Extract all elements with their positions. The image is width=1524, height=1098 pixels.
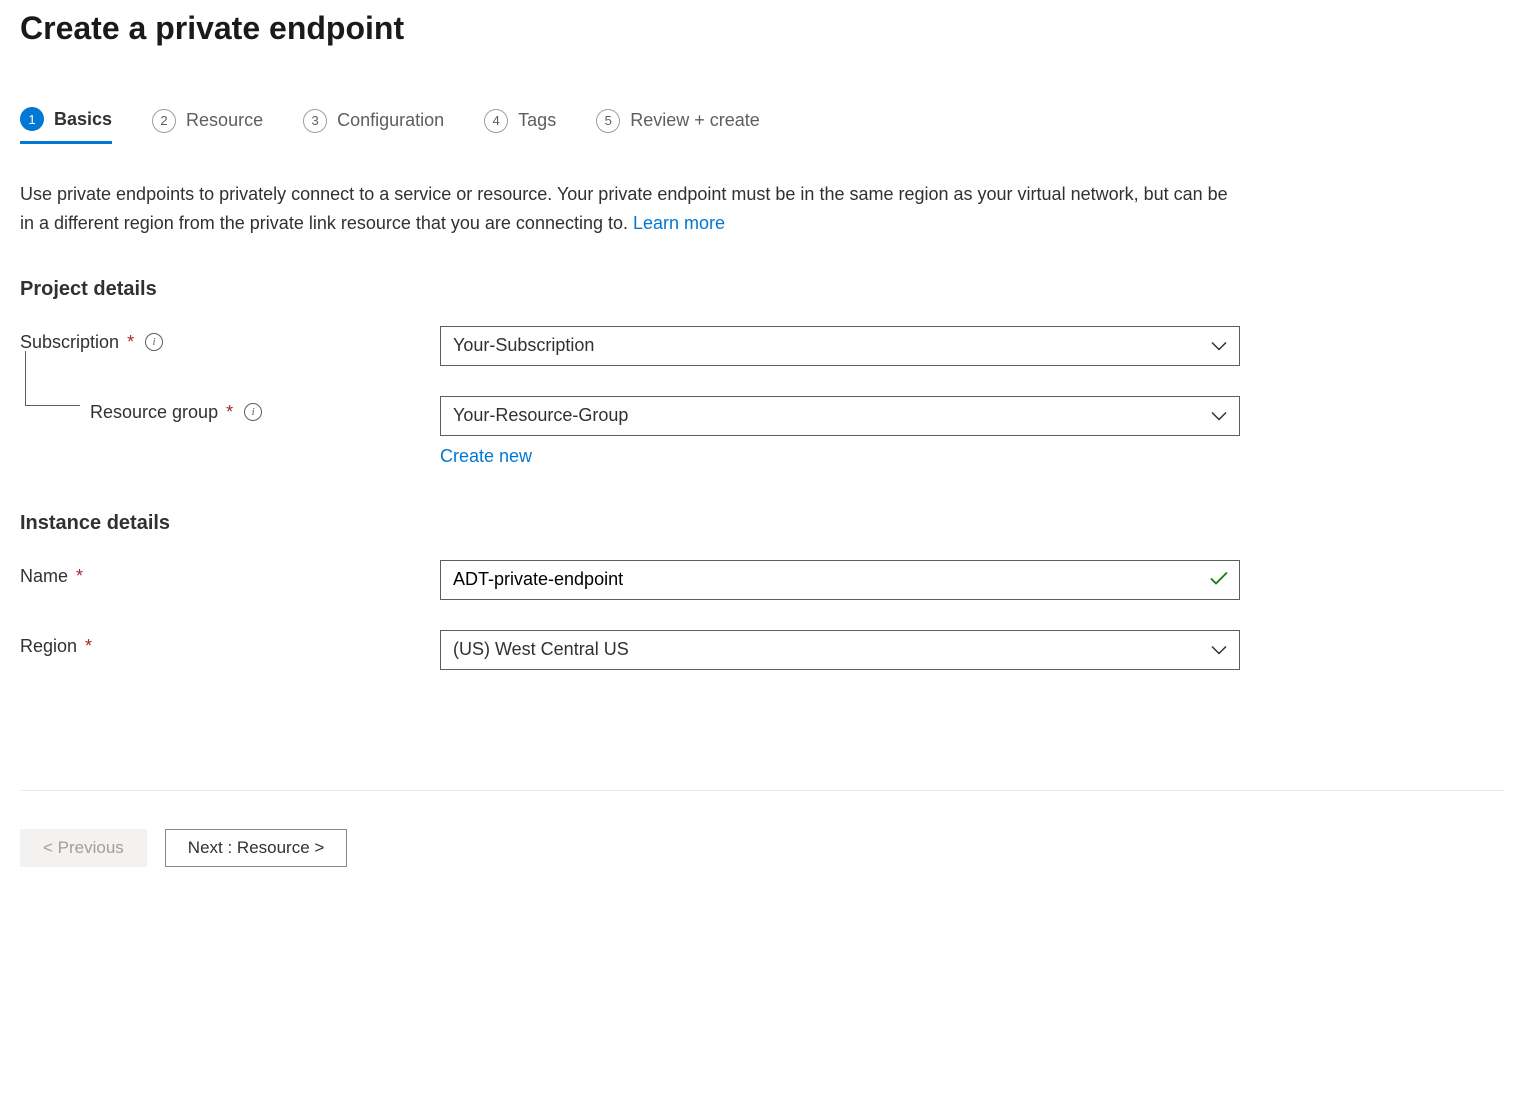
previous-button: < Previous [20,829,147,867]
required-indicator: * [76,566,83,587]
create-new-link[interactable]: Create new [440,446,532,467]
tab-label: Resource [186,110,263,131]
subscription-label: Subscription * i [20,326,440,353]
required-indicator: * [226,402,233,423]
subscription-dropdown[interactable]: Your-Subscription [440,326,1240,366]
region-label: Region * [20,630,440,657]
dropdown-value: Your-Resource-Group [453,405,628,426]
instance-details-header: Instance details [20,512,1504,535]
tab-basics[interactable]: 1 Basics [20,107,112,144]
description-text: Use private endpoints to privately conne… [20,180,1240,238]
info-icon[interactable]: i [244,403,262,421]
learn-more-link[interactable]: Learn more [633,213,725,233]
required-indicator: * [127,332,134,353]
dropdown-value: (US) West Central US [453,639,629,660]
info-icon[interactable]: i [145,333,163,351]
tab-tags[interactable]: 4 Tags [484,107,556,144]
tab-number: 3 [303,109,327,133]
tab-configuration[interactable]: 3 Configuration [303,107,444,144]
tab-number: 1 [20,107,44,131]
project-details-header: Project details [20,278,1504,301]
tab-number: 5 [596,109,620,133]
tab-label: Tags [518,110,556,131]
name-label: Name * [20,560,440,587]
chevron-down-icon [1211,405,1227,426]
chevron-down-icon [1211,639,1227,660]
tab-number: 4 [484,109,508,133]
dropdown-value: Your-Subscription [453,335,594,356]
next-button[interactable]: Next : Resource > [165,829,348,867]
region-dropdown[interactable]: (US) West Central US [440,630,1240,670]
tab-label: Review + create [630,110,760,131]
tab-number: 2 [152,109,176,133]
wizard-footer: < Previous Next : Resource > [20,790,1504,867]
resource-group-dropdown[interactable]: Your-Resource-Group [440,396,1240,436]
wizard-tabs: 1 Basics 2 Resource 3 Configuration 4 Ta… [20,107,1504,145]
required-indicator: * [85,636,92,657]
resource-group-label: Resource group * i [20,396,440,423]
name-input[interactable] [440,560,1240,600]
chevron-down-icon [1211,335,1227,356]
nest-connector-icon [25,351,80,406]
page-title: Create a private endpoint [20,10,1504,47]
tab-label: Configuration [337,110,444,131]
tab-review-create[interactable]: 5 Review + create [596,107,760,144]
tab-resource[interactable]: 2 Resource [152,107,263,144]
check-icon [1210,571,1228,588]
tab-label: Basics [54,109,112,130]
